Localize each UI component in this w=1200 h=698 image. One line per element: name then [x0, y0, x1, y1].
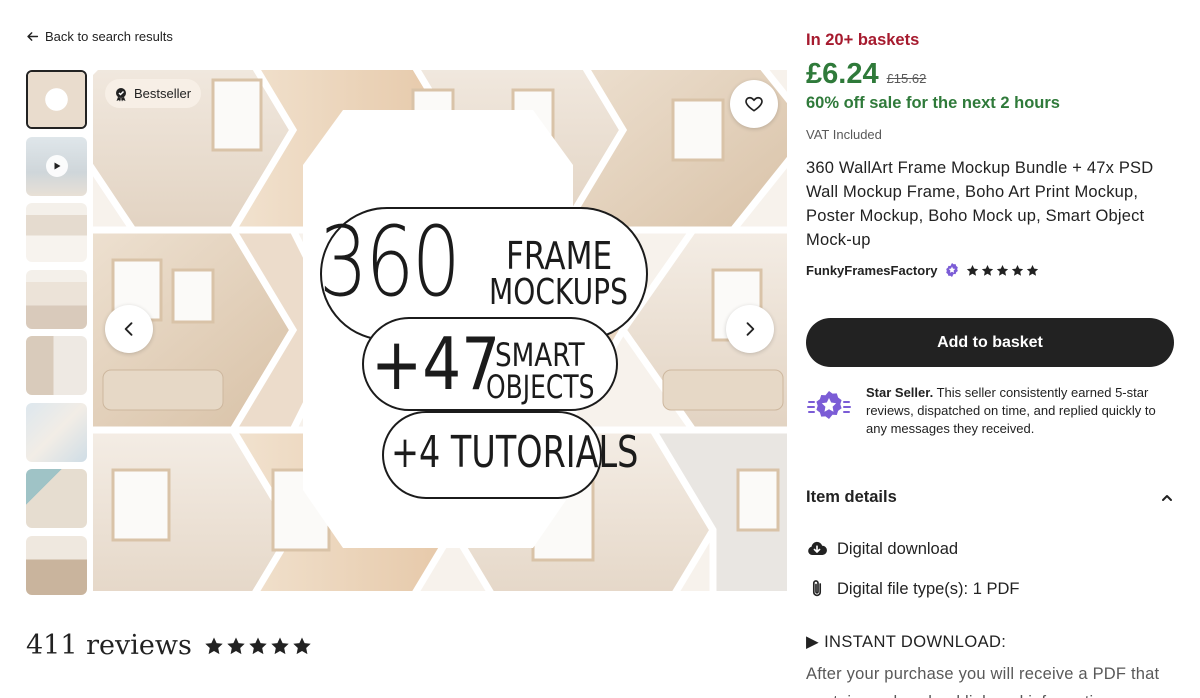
- star-icon: [996, 264, 1008, 276]
- heart-icon: [745, 96, 763, 112]
- cloud-download-icon: [808, 541, 827, 555]
- back-to-search-link[interactable]: Back to search results: [26, 29, 173, 44]
- detail-file-type: Digital file type(s): 1 PDF: [806, 578, 1019, 600]
- thumbnail-video[interactable]: [26, 136, 87, 196]
- star-seller-title: Star Seller.: [866, 385, 934, 400]
- favorite-button[interactable]: [730, 80, 778, 128]
- reviews-star-rating: [204, 636, 312, 656]
- award-icon: [116, 87, 126, 101]
- previous-image-button[interactable]: [105, 305, 153, 353]
- star-icon: [1011, 264, 1023, 276]
- next-image-button[interactable]: [726, 305, 774, 353]
- thumbnail-5[interactable]: [26, 336, 87, 395]
- main-product-image[interactable]: 360 FRAME MOCKUPS +47 SMART OBJECTS +4 T…: [93, 70, 787, 591]
- play-icon: [45, 155, 68, 177]
- headline-mockups: MOCKUPS: [489, 272, 628, 313]
- star-icon: [271, 637, 289, 654]
- reviews-summary: 411 reviews: [26, 630, 312, 661]
- listing-title: 360 WallArt Frame Mockup Bundle + 47x PS…: [806, 159, 1154, 249]
- seller-row: FunkyFramesFactory: [806, 262, 1039, 278]
- star-icon: [293, 637, 311, 654]
- detail-filetype-label: Digital file type(s): 1 PDF: [837, 579, 1020, 598]
- star-icon: [227, 637, 245, 654]
- chevron-left-icon: [124, 322, 133, 336]
- thumbnail-1[interactable]: [26, 70, 87, 129]
- star-icon: [1026, 264, 1038, 276]
- star-icon: [249, 637, 267, 654]
- original-price: £15.62: [886, 71, 927, 86]
- headline-objects: OBJECTS: [486, 368, 595, 406]
- thumbnail-6[interactable]: [26, 402, 87, 462]
- star-icon: [966, 264, 978, 276]
- thumbnail-3[interactable]: [26, 203, 87, 262]
- star-seller-text: Star Seller. This seller consistently ea…: [866, 384, 1176, 438]
- chevron-right-icon: [746, 322, 755, 336]
- vat-note: VAT Included: [806, 127, 882, 142]
- sale-notice: 60% off sale for the next 2 hours: [806, 94, 1060, 112]
- bestseller-label: Bestseller: [134, 86, 192, 101]
- basket-count: In 20+ baskets: [806, 31, 920, 49]
- price-row: £6.24 £15.62: [806, 58, 926, 91]
- seller-name-link[interactable]: FunkyFramesFactory: [806, 263, 938, 278]
- chevron-up-icon: [1162, 494, 1172, 501]
- item-details-toggle[interactable]: Item details: [806, 488, 1174, 507]
- headline-47: +47: [371, 322, 501, 406]
- thumbnail-4[interactable]: [26, 269, 87, 329]
- description-body: After your purchase you will receive a P…: [806, 665, 1160, 698]
- bestseller-badge: Bestseller: [105, 79, 202, 108]
- headline-tutorials: +4 TUTORIALS: [391, 427, 639, 478]
- star-seller-icon: [806, 384, 852, 430]
- star-icon: [205, 637, 223, 654]
- star-icon: [981, 264, 993, 276]
- headline-360: 360: [319, 206, 461, 318]
- star-seller-info: Star Seller. This seller consistently ea…: [806, 384, 1176, 438]
- detail-digital-download: Digital download: [806, 538, 958, 560]
- reviews-count: 411 reviews: [26, 630, 192, 661]
- arrow-left-icon: [27, 32, 39, 41]
- star-seller-badge-icon: [945, 263, 958, 277]
- thumbnail-strip: [26, 70, 88, 602]
- current-price: £6.24: [806, 58, 879, 90]
- detail-download-label: Digital download: [837, 539, 959, 558]
- thumbnail-8[interactable]: [26, 535, 87, 595]
- item-details-label: Item details: [806, 488, 897, 506]
- add-to-basket-button[interactable]: Add to basket: [806, 318, 1174, 367]
- paperclip-icon: [812, 580, 822, 597]
- description-heading: ▶ INSTANT DOWNLOAD:: [806, 633, 1007, 651]
- back-link-label: Back to search results: [45, 29, 173, 44]
- seller-star-rating: [966, 264, 1039, 277]
- thumbnail-7[interactable]: [26, 469, 87, 528]
